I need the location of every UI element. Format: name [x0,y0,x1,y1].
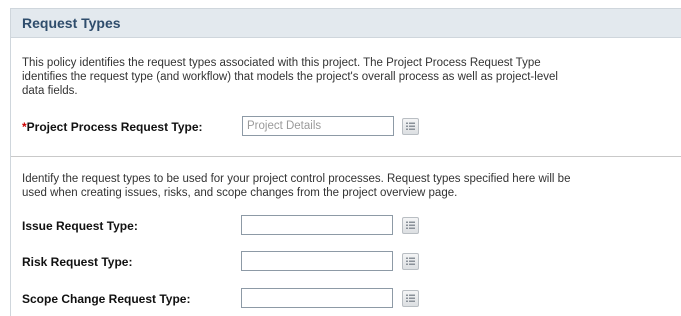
control-description-line: Identify the request types to be used fo… [22,173,571,185]
scope-change-request-field[interactable] [241,288,393,308]
policy-description-line: This policy identifies the request types… [22,57,541,69]
list-picker-icon[interactable] [402,118,419,135]
policy-description-line: data fields. [22,85,78,97]
list-picker-icon[interactable] [402,290,419,307]
project-process-label-text: Project Process Request Type: [26,120,203,134]
request-types-panel: Request Types This policy identifies the… [10,8,681,316]
issue-request-field[interactable] [241,215,393,235]
section-divider [11,156,681,157]
risk-request-field[interactable] [241,251,393,271]
control-description: Identify the request types to be used fo… [22,172,672,200]
policy-description: This policy identifies the request types… [22,56,672,98]
risk-request-label: Risk Request Type: [22,255,133,269]
list-picker-icon[interactable] [402,253,419,270]
control-description-line: used when creating issues, risks, and sc… [22,187,458,199]
section-title: Request Types [11,8,681,38]
project-process-label: *Project Process Request Type: [22,120,203,134]
policy-description-line: identifies the request type (and workflo… [22,71,558,83]
project-process-field[interactable]: Project Details [242,116,394,136]
issue-request-label: Issue Request Type: [22,219,138,233]
scope-change-request-label: Scope Change Request Type: [22,292,191,306]
list-picker-icon[interactable] [402,217,419,234]
